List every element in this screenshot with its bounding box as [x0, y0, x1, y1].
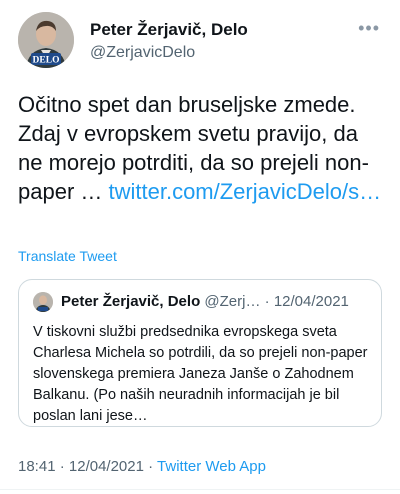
translate-tweet-link[interactable]: Translate Tweet: [18, 248, 117, 264]
quoted-date: 12/04/2021: [273, 293, 349, 310]
quoted-author-avatar: [33, 292, 53, 312]
tweet-text: Očitno spet dan bruseljske zmede. Zdaj v…: [18, 90, 388, 206]
tweet-time[interactable]: 18:41: [18, 458, 56, 475]
divider: [0, 489, 400, 490]
more-options-icon[interactable]: •••: [358, 18, 380, 39]
tweet-meta: 18:41 · 12/04/2021 · Twitter Web App: [18, 458, 266, 475]
quoted-text: V tiskovni službi predsednika evropskega…: [33, 324, 368, 424]
quoted-header: Peter Žerjavič, Delo @Zerj… · 12/04/2021: [61, 293, 349, 310]
tweet-date[interactable]: 12/04/2021: [69, 458, 144, 475]
author-handle[interactable]: @ZerjavicDelo: [90, 44, 195, 62]
delo-badge-text: DELO: [33, 56, 60, 66]
tweet-header: DELO Peter Žerjavič, Delo @ZerjavicDelo …: [18, 12, 382, 72]
source-app-link[interactable]: Twitter Web App: [157, 458, 266, 475]
quoted-author-name: Peter Žerjavič, Delo: [61, 293, 201, 310]
meta-separator: ·: [59, 458, 65, 475]
quoted-author-handle: @Zerj…: [204, 293, 261, 310]
person-avatar-icon: DELO: [18, 12, 74, 68]
person-avatar-icon: [33, 292, 53, 312]
meta-separator: ·: [148, 458, 154, 475]
tweet-link[interactable]: twitter.com/ZerjavicDelo/s…: [109, 179, 382, 204]
author-avatar[interactable]: DELO: [18, 12, 74, 68]
quoted-tweet[interactable]: Peter Žerjavič, Delo @Zerj… · 12/04/2021…: [18, 279, 382, 427]
quoted-separator: ·: [264, 293, 270, 310]
author-name[interactable]: Peter Žerjavič, Delo: [90, 20, 248, 40]
